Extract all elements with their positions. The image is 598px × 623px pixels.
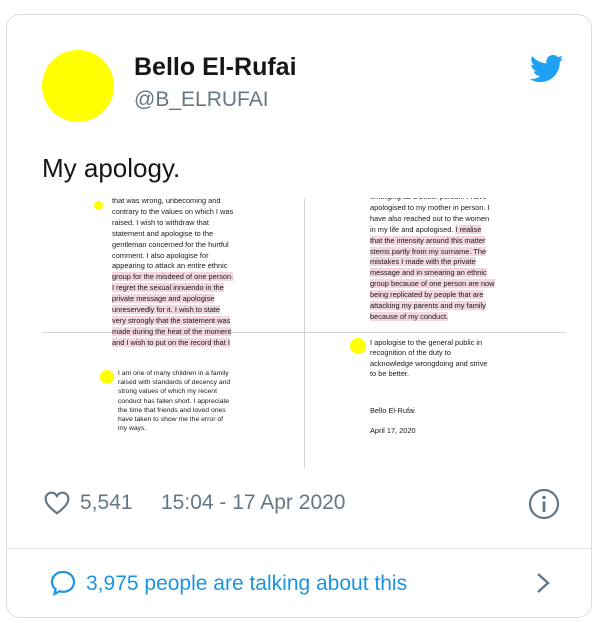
avatar[interactable] <box>42 50 114 122</box>
statement-page-1: that was wrong, unbecoming and contrary … <box>112 198 282 349</box>
twitter-bird-icon[interactable] <box>530 54 564 84</box>
yellow-dot <box>100 370 114 384</box>
tweet-text: My apology. <box>42 153 181 183</box>
statement-page-2-highlight: I realise that the intensity around this… <box>370 224 495 321</box>
media-divider-vertical <box>304 198 305 468</box>
reply-bubble-icon[interactable] <box>50 570 76 596</box>
statement-page-2: emerging as a better person. I have apol… <box>370 198 550 323</box>
tweet-media-image[interactable]: that was wrong, unbecoming and contrary … <box>42 198 566 468</box>
footer-divider <box>7 548 591 549</box>
author-name[interactable]: Bello El-Rufai <box>134 53 297 82</box>
statement-page-1-highlight: group for the misdeed of one person. I r… <box>112 272 234 347</box>
tweet-timestamp[interactable]: 15:04 - 17 Apr 2020 <box>161 491 345 515</box>
conversation-link[interactable]: 3,975 people are talking about this <box>86 572 407 596</box>
statement-page-4: I apologise to the general public in rec… <box>370 338 488 379</box>
yellow-dot <box>94 201 103 210</box>
chevron-right-icon[interactable] <box>535 572 551 594</box>
statement-page-3: I am one of many children in a family ra… <box>118 370 231 433</box>
heart-icon[interactable] <box>44 491 70 515</box>
signature-date: April 17, 2020 <box>370 426 416 435</box>
info-icon[interactable] <box>528 488 560 520</box>
like-count[interactable]: 5,541 <box>80 491 133 515</box>
signature-name: Bello El-Rufai <box>370 406 415 415</box>
statement-page-1-text: that was wrong, unbecoming and contrary … <box>112 198 234 271</box>
yellow-dot <box>350 338 366 354</box>
author-handle[interactable]: @B_ELRUFAI <box>134 88 269 112</box>
